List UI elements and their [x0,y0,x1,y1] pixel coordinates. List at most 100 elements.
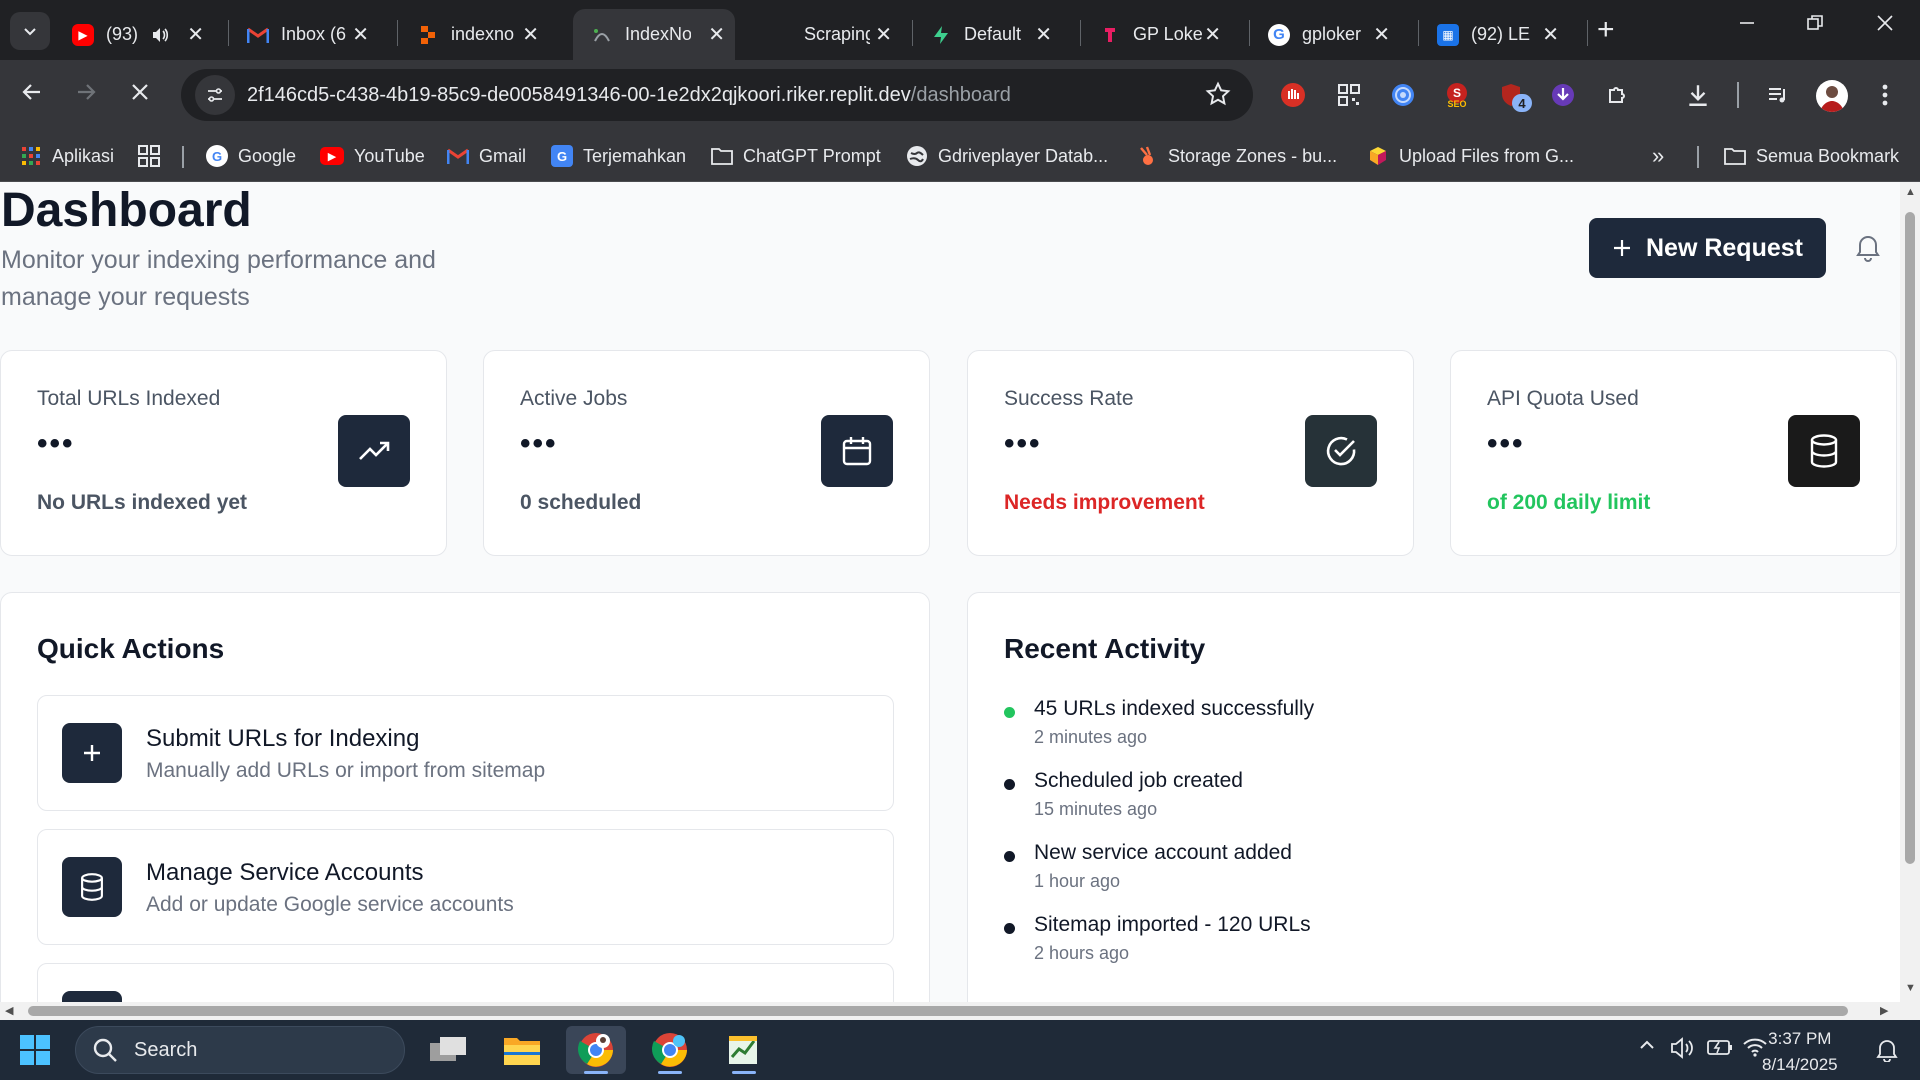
bookmark-gdriveplayer[interactable]: Gdriveplayer Datab... [906,142,1108,170]
vertical-scrollbar[interactable]: ▲ ▼ [1900,182,1920,1002]
youtube-icon: ▶ [320,147,344,165]
bookmark-youtube[interactable]: ▶ YouTube [320,142,425,170]
taskbar-search-box[interactable]: Search [75,1026,405,1074]
horizontal-scrollbar[interactable]: ◀ ▶ [0,1002,1920,1020]
tab-close-icon[interactable]: ✕ [1204,22,1221,47]
bookmark-gmail[interactable]: Gmail [447,142,526,170]
bookmark-terjemahkan[interactable]: G Terjemahkan [551,142,686,170]
extension-count-badge: 4 [1512,94,1532,112]
action-description: Add or update Google service accounts [146,893,514,916]
manage-service-accounts-action[interactable]: Manage Service Accounts Add or update Go… [37,829,894,945]
extension-seo[interactable]: SEO S [1442,80,1472,110]
chrome-app[interactable] [566,1026,626,1074]
close-window-button[interactable] [1876,12,1894,38]
tab-close-icon[interactable]: ✕ [1542,22,1559,47]
tab-title: gploker [1302,24,1362,44]
grid-icon [138,145,160,167]
browser-tab-strip: ▶ (93) ✕ Inbox (6 ✕ indexno ✕ IndexNo ✕ … [0,0,1920,60]
tab-groups-button[interactable] [138,142,160,170]
database-icon [1788,415,1860,487]
downloads-button[interactable] [1683,80,1713,110]
browser-tab-indexno[interactable]: indexno ✕ [407,9,549,60]
new-tab-button[interactable]: + [1597,14,1615,46]
bookmark-chatgpt-prompt[interactable]: ChatGPT Prompt [711,142,881,170]
tab-close-icon[interactable]: ✕ [708,22,725,47]
puzzle-icon [1609,87,1625,103]
all-bookmarks-button[interactable]: Semua Bookmark [1724,142,1899,170]
stat-subtext: 0 scheduled [520,491,642,514]
bookmark-label: Gmail [479,145,527,166]
bookmark-google[interactable]: G Google [206,142,296,170]
volume-button[interactable] [1670,1036,1696,1065]
tab-close-icon[interactable]: ✕ [522,22,539,47]
browser-tab-gp-loker[interactable]: GP Loke ✕ [1089,9,1231,60]
site-info-button[interactable] [195,75,235,115]
extension-target[interactable] [1388,80,1418,110]
tab-close-icon[interactable]: ✕ [1035,22,1052,47]
file-explorer-app[interactable] [492,1026,552,1074]
address-bar[interactable]: 2f146cd5-c438-4b19-85c9-de0058491346-00-… [181,69,1253,121]
forward-button[interactable] [74,80,98,110]
browser-tab-gmail[interactable]: Inbox (6 ✕ [237,9,379,60]
start-button[interactable] [5,1026,65,1074]
avatar-icon [1820,86,1844,112]
chrome-menu-button[interactable] [1870,80,1900,110]
scroll-right-arrow-icon[interactable]: ▶ [1880,1004,1888,1017]
chrome-icon [652,1033,687,1067]
horizontal-scroll-thumb[interactable] [28,1006,1848,1016]
bookmark-star-button[interactable] [1205,81,1231,112]
notifications-button[interactable] [1854,232,1882,267]
plus-icon [62,723,122,783]
extension-qr[interactable] [1334,80,1364,110]
stop-loading-button[interactable] [128,80,152,110]
browser-tab-indexnow-active[interactable]: IndexNo ✕ [573,9,735,60]
battery-button[interactable] [1706,1036,1734,1063]
extensions-menu-button[interactable] [1603,80,1633,110]
notification-center-button[interactable] [1876,1038,1898,1067]
submit-urls-action[interactable]: Submit URLs for Indexing Manually add UR… [37,695,894,811]
clock-date: 8/14/2025 [1762,1055,1838,1074]
bookmark-upload-files[interactable]: Upload Files from G... [1367,142,1574,170]
stat-label: API Quota Used [1487,387,1639,410]
back-button[interactable] [20,80,44,110]
minimize-button[interactable] [1738,12,1756,38]
browser-tab-gploker-google[interactable]: G gploker ✕ [1258,9,1400,60]
status-dot [1004,851,1015,862]
bookmark-aplikasi[interactable]: Aplikasi [20,142,114,170]
scroll-down-arrow-icon[interactable]: ▼ [1905,982,1916,994]
bookmark-storage-zones[interactable]: Storage Zones - bu... [1136,142,1337,170]
profile-avatar[interactable] [1816,80,1848,112]
extension-purple[interactable] [1548,80,1578,110]
spreadsheet-app[interactable] [714,1026,774,1074]
show-hidden-icons-button[interactable] [1638,1036,1656,1059]
task-view-button[interactable] [418,1026,478,1074]
page-subtitle: Monitor your indexing performance and ma… [1,246,436,311]
tab-close-icon[interactable]: ✕ [1373,22,1390,47]
browser-tab-default[interactable]: Default ✕ [920,9,1062,60]
system-clock[interactable]: 3:37 PM 8/14/2025 [1762,1026,1838,1078]
extension-adblock[interactable] [1278,80,1308,110]
extension-badge[interactable]: 4 [1496,80,1532,112]
status-dot [1004,707,1015,718]
tab-search-button[interactable] [10,12,50,50]
app-icon: ▦ [1437,23,1459,46]
browser-tab-youtube[interactable]: ▶ (93) ✕ [62,9,214,60]
tab-close-icon[interactable]: ✕ [352,22,369,47]
third-quick-action[interactable] [37,963,894,1002]
tab-close-icon[interactable]: ✕ [187,22,204,47]
blank-icon [770,24,792,46]
browser-tab-le[interactable]: ▦ (92) LE ✕ [1427,9,1569,60]
more-bookmarks-button[interactable]: » [1652,142,1664,170]
vertical-scroll-thumb[interactable] [1905,212,1915,864]
new-request-button[interactable]: New Request [1589,218,1826,278]
media-controls-button[interactable] [1763,80,1793,110]
browser-tab-scraping[interactable]: Scraping ✕ [760,9,902,60]
restore-button[interactable] [1806,12,1824,38]
scroll-left-arrow-icon[interactable]: ◀ [5,1004,13,1017]
minimize-icon [1740,22,1754,24]
stat-value: ••• [1487,427,1525,460]
supabase-icon [930,24,952,46]
tab-close-icon[interactable]: ✕ [875,22,892,47]
scroll-up-arrow-icon[interactable]: ▲ [1905,186,1916,198]
chrome-secondary-app[interactable] [640,1026,700,1074]
